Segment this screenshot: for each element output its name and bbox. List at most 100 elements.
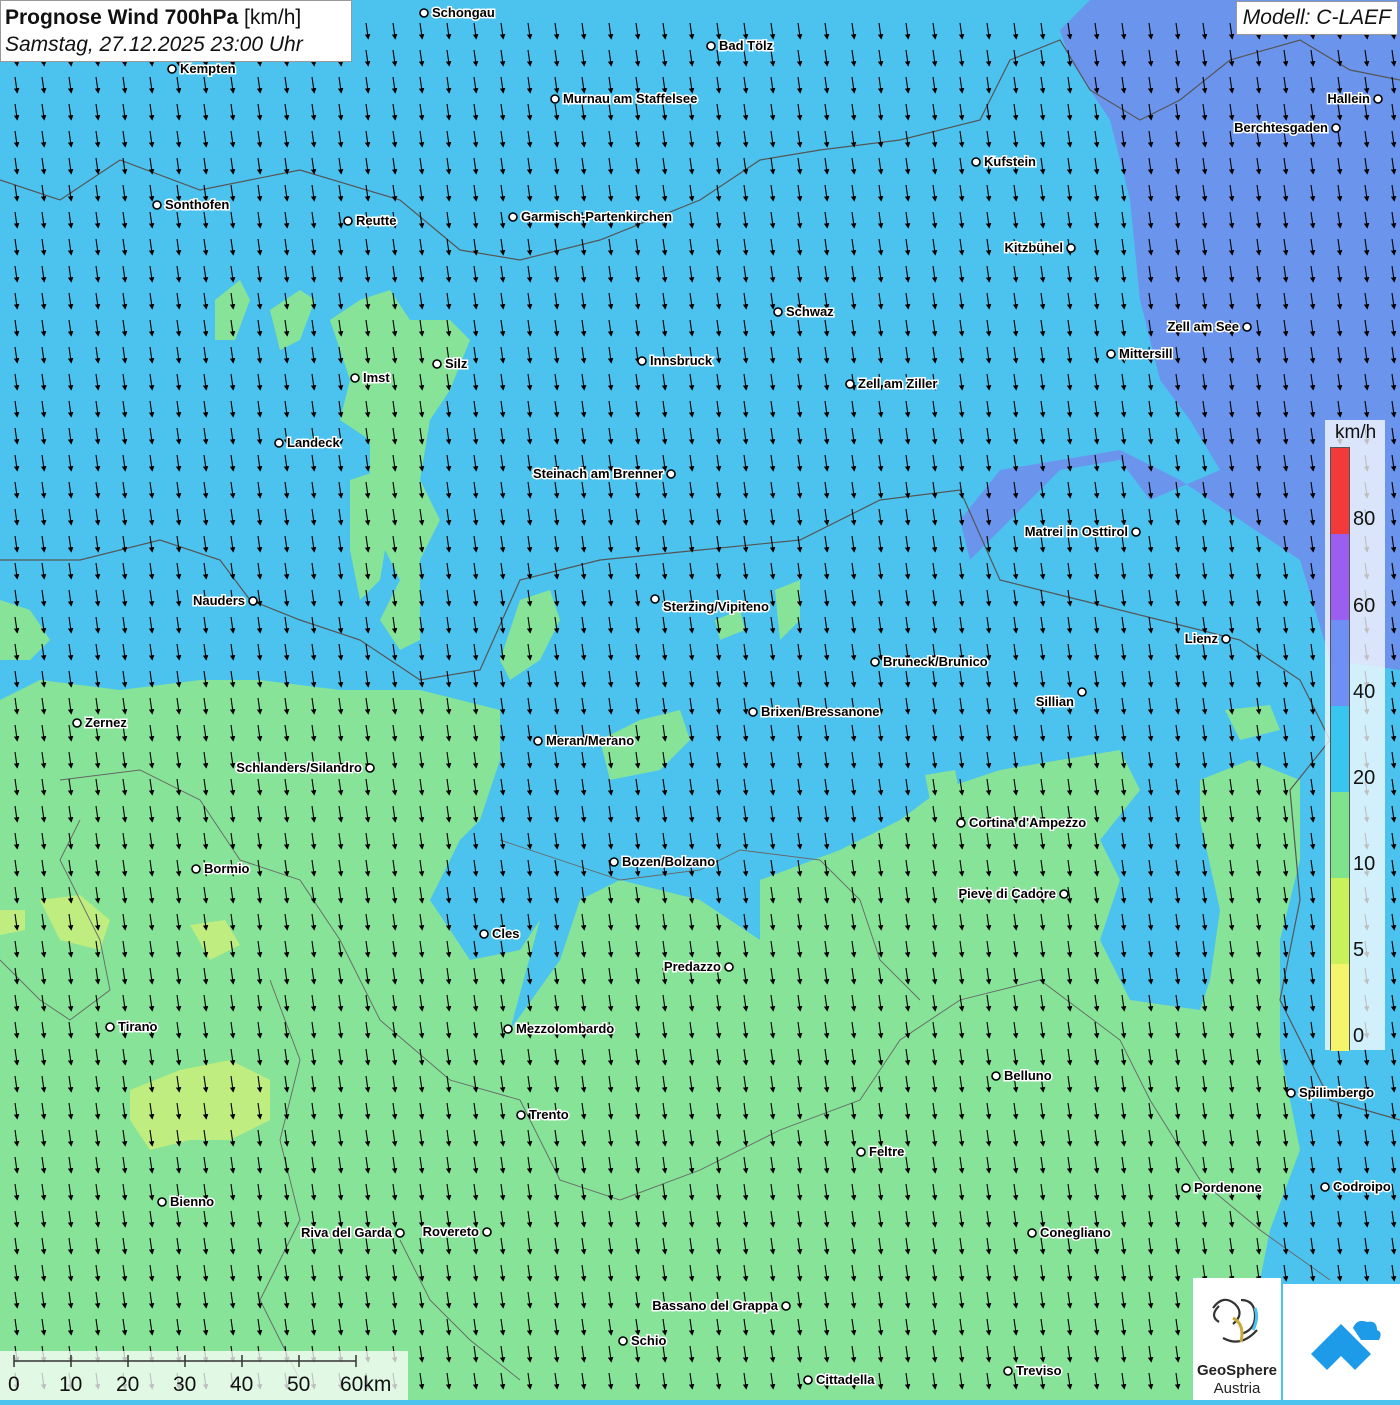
city-label: Bozen/Bolzano	[622, 854, 715, 869]
color-legend: km/h 80 60 40 20 10 5 0	[1325, 420, 1385, 1051]
city-marker[interactable]: Matrei in Osttirol	[1023, 523, 1141, 541]
city-dot-icon	[1059, 889, 1069, 899]
city-label: Brixen/Bressanone	[761, 704, 880, 719]
city-dot-icon	[72, 718, 82, 728]
city-label: Trento	[529, 1107, 569, 1122]
city-marker[interactable]: Schongau	[419, 4, 496, 22]
city-marker[interactable]: Bozen/Bolzano	[609, 853, 717, 871]
city-dot-icon	[503, 1024, 513, 1034]
city-label: Sterzing/Vipiteno	[663, 599, 769, 614]
city-dot-icon	[724, 962, 734, 972]
city-marker[interactable]: Brixen/Bressanone	[748, 703, 881, 721]
city-marker[interactable]: Pieve di Cadore	[957, 885, 1069, 903]
legend-tick: 10	[1353, 853, 1376, 875]
legend-segment-60-80	[1331, 534, 1349, 620]
city-dot-icon	[191, 864, 201, 874]
city-marker[interactable]: Berchtesgaden	[1233, 119, 1341, 137]
city-dot-icon	[432, 359, 442, 369]
city-dot-icon	[1181, 1183, 1191, 1193]
wind-field-patch	[925, 770, 960, 800]
model-label: Modell: C-LAEF	[1235, 1, 1398, 35]
city-label: Reutte	[356, 213, 396, 228]
city-dot-icon	[482, 1227, 492, 1237]
city-label: Bassano del Grappa	[652, 1298, 778, 1313]
city-marker[interactable]: Zell am Ziller	[845, 375, 939, 393]
city-marker[interactable]: Riva del Garda	[299, 1224, 405, 1242]
title-box: Prognose Wind 700hPa [km/h] Samstag, 27.…	[0, 0, 352, 62]
city-dot-icon	[350, 373, 360, 383]
city-dot-icon	[1077, 687, 1087, 697]
city-dot-icon	[956, 818, 966, 828]
city-dot-icon	[773, 307, 783, 317]
city-label: Schwaz	[786, 304, 834, 319]
city-marker[interactable]: Mezzolombardo	[503, 1020, 616, 1038]
city-label: Steinach am Brenner	[533, 466, 663, 481]
city-label: Garmisch-Partenkirchen	[521, 209, 672, 224]
city-dot-icon	[1373, 94, 1383, 104]
city-dot-icon	[991, 1071, 1001, 1081]
city-label: Zernez	[85, 715, 127, 730]
wind-map[interactable]: Schongau Bad Tölz Kempten Murnau am Staffel…	[0, 0, 1400, 1400]
city-label: Cles	[492, 926, 519, 941]
city-label: Sillian	[1036, 694, 1074, 709]
city-marker[interactable]: Innsbruck	[637, 352, 714, 370]
legend-tick: 40	[1353, 681, 1376, 703]
city-dot-icon	[105, 1022, 115, 1032]
city-label: Zell am See	[1167, 319, 1239, 334]
city-dot-icon	[479, 929, 489, 939]
city-label: Belluno	[1004, 1068, 1052, 1083]
city-marker[interactable]: Pordenone	[1181, 1179, 1263, 1197]
city-label: Sonthofen	[165, 197, 229, 212]
city-label: Meran/Merano	[546, 733, 634, 748]
city-dot-icon	[870, 657, 880, 667]
city-label: Codroipo	[1333, 1179, 1391, 1194]
city-label: Rovereto	[423, 1224, 479, 1239]
city-marker[interactable]: Cortina d'Ampezzo	[956, 814, 1088, 832]
city-marker[interactable]: Sonthofen	[152, 196, 231, 214]
city-label: Tirano	[118, 1019, 158, 1034]
city-marker[interactable]: Garmisch-Partenkirchen	[508, 208, 674, 226]
city-dot-icon	[1286, 1088, 1296, 1098]
scale-label: 0	[8, 1373, 20, 1396]
city-dot-icon	[637, 356, 647, 366]
city-dot-icon	[508, 212, 518, 222]
city-dot-icon	[248, 596, 258, 606]
city-dot-icon	[1320, 1182, 1330, 1192]
logo-line2: Austria	[1213, 1380, 1261, 1397]
city-label: Kempten	[180, 61, 236, 76]
app-logo[interactable]	[1283, 1284, 1400, 1400]
scale-label: 10	[59, 1373, 83, 1396]
scale-label: 30	[173, 1373, 197, 1396]
city-dot-icon	[666, 469, 676, 479]
scale-label: 40	[230, 1373, 254, 1396]
city-dot-icon	[650, 594, 660, 604]
city-dot-icon	[748, 707, 758, 717]
legend-segment-80-plus	[1331, 448, 1349, 534]
geosphere-logo[interactable]: GeoSphere Austria	[1193, 1278, 1281, 1400]
city-marker[interactable]: Conegliano	[1027, 1224, 1112, 1242]
legend-tick: 60	[1353, 595, 1376, 617]
city-label: Bad Tölz	[719, 38, 774, 53]
legend-tick: 0	[1353, 1025, 1365, 1047]
logo-line1: GeoSphere	[1196, 1362, 1278, 1379]
city-dot-icon	[1131, 527, 1141, 537]
city-label: Lienz	[1185, 631, 1219, 646]
city-label: Silz	[445, 356, 468, 371]
city-label: Hallein	[1327, 91, 1370, 106]
city-marker[interactable]: Schlanders/Silandro	[235, 759, 375, 777]
city-label: Schlanders/Silandro	[236, 760, 362, 775]
legend-segment-20-40	[1331, 706, 1349, 792]
city-marker[interactable]: Zell am See	[1166, 318, 1252, 336]
legend-segment-0-5	[1331, 964, 1349, 1051]
city-label: Innsbruck	[650, 353, 713, 368]
city-marker[interactable]: Steinach am Brenner	[531, 465, 676, 483]
city-marker[interactable]: Bruneck/Brunico	[870, 653, 989, 671]
city-marker[interactable]: Meran/Merano	[533, 732, 636, 750]
city-label: Schongau	[432, 5, 495, 20]
city-marker[interactable]: Spilimbergo	[1286, 1084, 1376, 1102]
city-marker[interactable]: Murnau am Staffelsee	[550, 90, 699, 108]
city-label: Conegliano	[1040, 1225, 1111, 1240]
city-dot-icon	[419, 8, 429, 18]
city-marker[interactable]: Bassano del Grappa	[651, 1297, 791, 1315]
city-label: Predazzo	[664, 959, 721, 974]
